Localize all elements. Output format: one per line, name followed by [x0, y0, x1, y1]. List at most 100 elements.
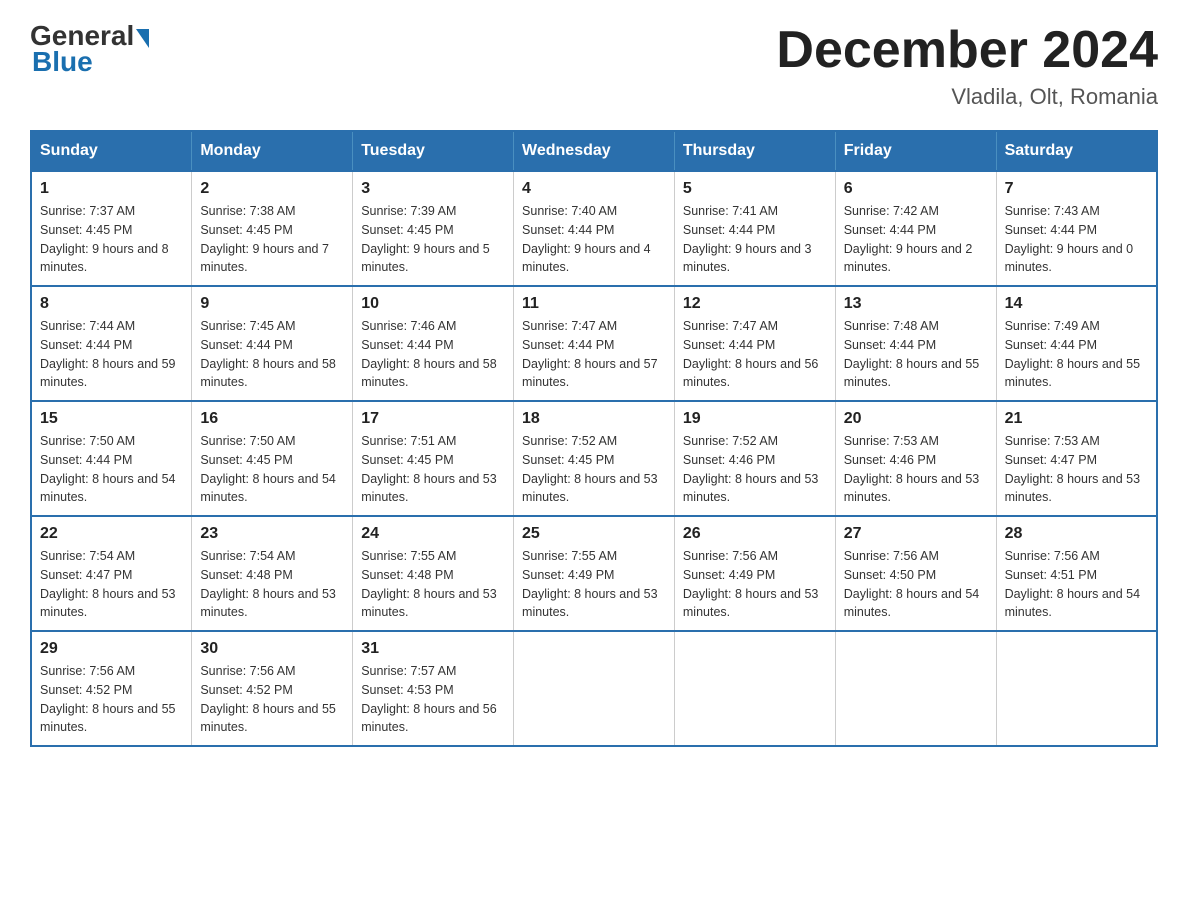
logo-blue-text: Blue	[32, 46, 93, 78]
calendar-week-1: 1Sunrise: 7:37 AMSunset: 4:45 PMDaylight…	[31, 171, 1157, 286]
calendar-cell	[674, 631, 835, 746]
day-info: Sunrise: 7:55 AMSunset: 4:49 PMDaylight:…	[522, 547, 666, 622]
calendar-cell: 24Sunrise: 7:55 AMSunset: 4:48 PMDayligh…	[353, 516, 514, 631]
calendar-cell: 5Sunrise: 7:41 AMSunset: 4:44 PMDaylight…	[674, 171, 835, 286]
calendar-cell: 17 Sunrise: 7:51 AMSunset: 4:45 PMDayligh…	[353, 401, 514, 516]
calendar-cell: 31 Sunrise: 7:57 AMSunset: 4:53 PMDayligh…	[353, 631, 514, 746]
day-header-wednesday: Wednesday	[514, 131, 675, 171]
calendar-cell: 1Sunrise: 7:37 AMSunset: 4:45 PMDaylight…	[31, 171, 192, 286]
calendar-cell: 3 Sunrise: 7:39 AMSunset: 4:45 PMDaylight…	[353, 171, 514, 286]
calendar-cell: 6Sunrise: 7:42 AMSunset: 4:44 PMDaylight…	[835, 171, 996, 286]
day-number: 31	[361, 640, 505, 658]
calendar-cell: 10Sunrise: 7:46 AMSunset: 4:44 PMDayligh…	[353, 286, 514, 401]
day-info: Sunrise: 7:37 AMSunset: 4:45 PMDaylight:…	[40, 202, 183, 277]
calendar-cell: 28 Sunrise: 7:56 AMSunset: 4:51 PMDayligh…	[996, 516, 1157, 631]
calendar-cell: 27 Sunrise: 7:56 AMSunset: 4:50 PMDayligh…	[835, 516, 996, 631]
day-header-row: SundayMondayTuesdayWednesdayThursdayFrid…	[31, 131, 1157, 171]
calendar-cell: 22 Sunrise: 7:54 AMSunset: 4:47 PMDayligh…	[31, 516, 192, 631]
day-number: 27	[844, 525, 988, 543]
day-number: 15	[40, 410, 183, 428]
calendar-cell	[996, 631, 1157, 746]
day-number: 29	[40, 640, 183, 658]
day-info: Sunrise: 7:54 AMSunset: 4:47 PMDaylight:…	[40, 547, 183, 622]
day-number: 28	[1005, 525, 1148, 543]
day-number: 9	[200, 295, 344, 313]
title-block: December 2024 Vladila, Olt, Romania	[776, 20, 1158, 110]
day-number: 20	[844, 410, 988, 428]
day-info: Sunrise: 7:56 AMSunset: 4:50 PMDaylight:…	[844, 547, 988, 622]
page-header: General Blue December 2024 Vladila, Olt,…	[30, 20, 1158, 110]
day-number: 2	[200, 180, 344, 198]
day-info: Sunrise: 7:38 AMSunset: 4:45 PMDaylight:…	[200, 202, 344, 277]
day-info: Sunrise: 7:52 AMSunset: 4:45 PMDaylight:…	[522, 432, 666, 507]
day-number: 25	[522, 525, 666, 543]
day-number: 18	[522, 410, 666, 428]
calendar-cell: 21 Sunrise: 7:53 AMSunset: 4:47 PMDayligh…	[996, 401, 1157, 516]
calendar-week-4: 22 Sunrise: 7:54 AMSunset: 4:47 PMDayligh…	[31, 516, 1157, 631]
calendar-cell: 29 Sunrise: 7:56 AMSunset: 4:52 PMDayligh…	[31, 631, 192, 746]
day-info: Sunrise: 7:49 AMSunset: 4:44 PMDaylight:…	[1005, 317, 1148, 392]
day-info: Sunrise: 7:54 AMSunset: 4:48 PMDaylight:…	[200, 547, 344, 622]
calendar-cell	[835, 631, 996, 746]
calendar-cell: 25 Sunrise: 7:55 AMSunset: 4:49 PMDayligh…	[514, 516, 675, 631]
calendar-cell: 19 Sunrise: 7:52 AMSunset: 4:46 PMDayligh…	[674, 401, 835, 516]
day-info: Sunrise: 7:57 AMSunset: 4:53 PMDaylight:…	[361, 662, 505, 737]
calendar-cell: 23Sunrise: 7:54 AMSunset: 4:48 PMDayligh…	[192, 516, 353, 631]
day-number: 7	[1005, 180, 1148, 198]
calendar-cell: 11 Sunrise: 7:47 AMSunset: 4:44 PMDayligh…	[514, 286, 675, 401]
calendar-cell: 12 Sunrise: 7:47 AMSunset: 4:44 PMDayligh…	[674, 286, 835, 401]
day-header-saturday: Saturday	[996, 131, 1157, 171]
day-info: Sunrise: 7:51 AMSunset: 4:45 PMDaylight:…	[361, 432, 505, 507]
day-info: Sunrise: 7:39 AMSunset: 4:45 PMDaylight:…	[361, 202, 505, 277]
calendar-cell: 20Sunrise: 7:53 AMSunset: 4:46 PMDayligh…	[835, 401, 996, 516]
logo: General Blue	[30, 20, 149, 78]
day-header-sunday: Sunday	[31, 131, 192, 171]
day-number: 26	[683, 525, 827, 543]
logo-triangle-icon	[136, 29, 149, 48]
calendar-cell: 14 Sunrise: 7:49 AMSunset: 4:44 PMDayligh…	[996, 286, 1157, 401]
day-info: Sunrise: 7:52 AMSunset: 4:46 PMDaylight:…	[683, 432, 827, 507]
day-number: 30	[200, 640, 344, 658]
calendar-subtitle: Vladila, Olt, Romania	[776, 84, 1158, 110]
day-info: Sunrise: 7:44 AMSunset: 4:44 PMDaylight:…	[40, 317, 183, 392]
day-number: 22	[40, 525, 183, 543]
day-number: 19	[683, 410, 827, 428]
calendar-cell: 15Sunrise: 7:50 AMSunset: 4:44 PMDayligh…	[31, 401, 192, 516]
day-info: Sunrise: 7:56 AMSunset: 4:51 PMDaylight:…	[1005, 547, 1148, 622]
day-info: Sunrise: 7:45 AMSunset: 4:44 PMDaylight:…	[200, 317, 344, 392]
day-info: Sunrise: 7:55 AMSunset: 4:48 PMDaylight:…	[361, 547, 505, 622]
calendar-body: 1Sunrise: 7:37 AMSunset: 4:45 PMDaylight…	[31, 171, 1157, 746]
calendar-week-2: 8 Sunrise: 7:44 AMSunset: 4:44 PMDaylight…	[31, 286, 1157, 401]
day-info: Sunrise: 7:41 AMSunset: 4:44 PMDaylight:…	[683, 202, 827, 277]
day-info: Sunrise: 7:53 AMSunset: 4:47 PMDaylight:…	[1005, 432, 1148, 507]
day-info: Sunrise: 7:56 AMSunset: 4:52 PMDaylight:…	[200, 662, 344, 737]
day-number: 14	[1005, 295, 1148, 313]
day-number: 16	[200, 410, 344, 428]
calendar-cell: 30 Sunrise: 7:56 AMSunset: 4:52 PMDayligh…	[192, 631, 353, 746]
day-number: 3	[361, 180, 505, 198]
day-number: 12	[683, 295, 827, 313]
day-number: 11	[522, 295, 666, 313]
day-info: Sunrise: 7:47 AMSunset: 4:44 PMDaylight:…	[522, 317, 666, 392]
calendar-cell: 8 Sunrise: 7:44 AMSunset: 4:44 PMDaylight…	[31, 286, 192, 401]
calendar-title: December 2024	[776, 20, 1158, 80]
day-header-thursday: Thursday	[674, 131, 835, 171]
day-number: 4	[522, 180, 666, 198]
day-info: Sunrise: 7:56 AMSunset: 4:49 PMDaylight:…	[683, 547, 827, 622]
day-info: Sunrise: 7:56 AMSunset: 4:52 PMDaylight:…	[40, 662, 183, 737]
day-number: 13	[844, 295, 988, 313]
day-number: 8	[40, 295, 183, 313]
day-info: Sunrise: 7:48 AMSunset: 4:44 PMDaylight:…	[844, 317, 988, 392]
calendar-table: SundayMondayTuesdayWednesdayThursdayFrid…	[30, 130, 1158, 747]
day-info: Sunrise: 7:47 AMSunset: 4:44 PMDaylight:…	[683, 317, 827, 392]
day-header-friday: Friday	[835, 131, 996, 171]
day-info: Sunrise: 7:42 AMSunset: 4:44 PMDaylight:…	[844, 202, 988, 277]
calendar-cell: 16Sunrise: 7:50 AMSunset: 4:45 PMDayligh…	[192, 401, 353, 516]
day-number: 21	[1005, 410, 1148, 428]
day-info: Sunrise: 7:40 AMSunset: 4:44 PMDaylight:…	[522, 202, 666, 277]
day-number: 10	[361, 295, 505, 313]
day-number: 17	[361, 410, 505, 428]
calendar-week-5: 29 Sunrise: 7:56 AMSunset: 4:52 PMDayligh…	[31, 631, 1157, 746]
calendar-cell: 26 Sunrise: 7:56 AMSunset: 4:49 PMDayligh…	[674, 516, 835, 631]
calendar-header: SundayMondayTuesdayWednesdayThursdayFrid…	[31, 131, 1157, 171]
